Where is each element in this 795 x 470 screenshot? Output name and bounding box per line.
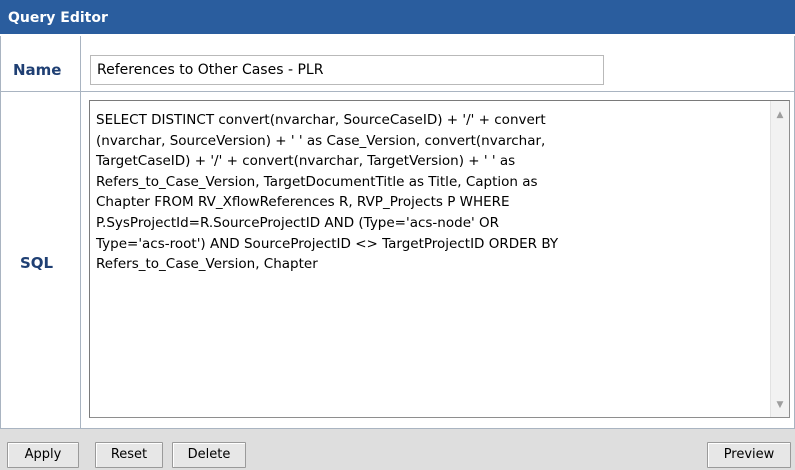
grid-column-divider	[80, 36, 81, 428]
apply-button[interactable]: Apply	[7, 442, 79, 468]
panel-title: Query Editor	[0, 0, 795, 36]
name-label: Name	[13, 61, 62, 79]
grid-row-divider	[0, 91, 795, 92]
preview-button[interactable]: Preview	[707, 442, 791, 468]
delete-button[interactable]: Delete	[172, 442, 246, 468]
sql-label: SQL	[20, 254, 54, 272]
reset-button[interactable]: Reset	[95, 442, 163, 468]
sql-scrollbar[interactable]: ▲ ▼	[770, 101, 789, 417]
query-editor-panel: Query Editor Name SQL SELECT DISTINCT co…	[0, 0, 795, 470]
name-field[interactable]	[90, 55, 604, 85]
scroll-down-arrow-icon[interactable]: ▼	[771, 397, 789, 413]
sql-textarea[interactable]: SELECT DISTINCT convert(nvarchar, Source…	[89, 100, 790, 418]
sql-text[interactable]: SELECT DISTINCT convert(nvarchar, Source…	[96, 110, 761, 275]
scroll-up-arrow-icon[interactable]: ▲	[771, 107, 789, 123]
grid-border-left	[0, 36, 1, 428]
